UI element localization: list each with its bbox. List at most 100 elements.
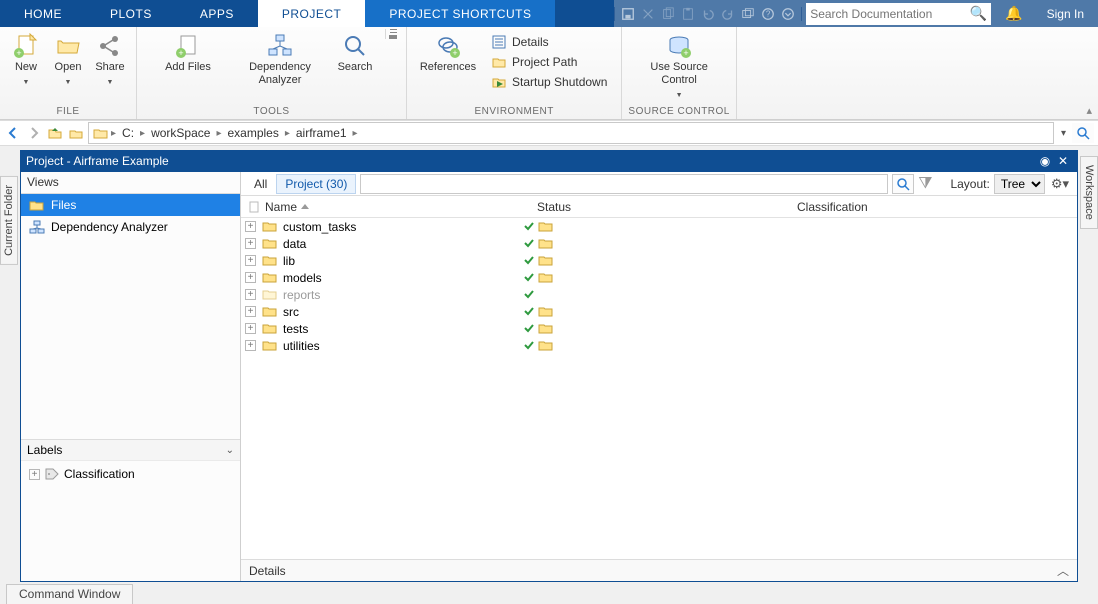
- nav-back-icon[interactable]: [4, 124, 22, 142]
- expand-icon[interactable]: +: [245, 306, 256, 317]
- dependency-icon: [29, 220, 45, 234]
- file-name: reports: [283, 288, 320, 302]
- doc-search-input[interactable]: [810, 7, 970, 21]
- search-button[interactable]: Search: [327, 29, 383, 74]
- tab-apps[interactable]: APPS: [176, 0, 258, 27]
- copy-icon[interactable]: [661, 7, 675, 21]
- up-folder-icon[interactable]: [46, 124, 64, 142]
- save-icon[interactable]: [621, 7, 635, 21]
- ribbon-group-environment: + References Details Project Path Startu…: [407, 27, 622, 119]
- address-dropdown-icon[interactable]: ▾: [1057, 128, 1070, 139]
- nav-forward-icon[interactable]: [25, 124, 43, 142]
- add-files-icon: +: [175, 33, 201, 59]
- filter-all[interactable]: All: [245, 174, 276, 194]
- addons-icon[interactable]: [781, 7, 795, 21]
- ribbon-group-label: FILE: [56, 103, 79, 119]
- use-source-control-button[interactable]: + Use Source Control▼: [631, 29, 727, 102]
- open-button[interactable]: Open▼: [48, 29, 88, 89]
- command-window-tab[interactable]: Command Window: [6, 584, 133, 604]
- paste-icon[interactable]: [681, 7, 695, 21]
- table-row[interactable]: + utilities: [241, 337, 1077, 354]
- ribbon-group-file: + New▼ Open▼ Share▼ FILE: [0, 27, 137, 119]
- sort-asc-icon: [301, 204, 309, 209]
- undo-icon[interactable]: [701, 7, 715, 21]
- doc-search[interactable]: 🔍: [806, 3, 991, 25]
- expand-icon[interactable]: +: [245, 323, 256, 334]
- label-classification[interactable]: + Classification: [29, 467, 232, 481]
- breadcrumb-segment[interactable]: airframe1: [292, 126, 351, 140]
- project-file-area: All Project (30) ⧩ Layout: Tree ⚙▾ Name …: [241, 172, 1077, 581]
- view-files[interactable]: Files: [21, 194, 240, 216]
- add-files-button[interactable]: + Add Files: [143, 29, 233, 74]
- signin-link[interactable]: Sign In: [1033, 7, 1098, 21]
- panel-dock-icon[interactable]: ◉: [1036, 154, 1054, 168]
- help-icon[interactable]: ?: [761, 7, 775, 21]
- table-row[interactable]: +custom_tasks: [241, 218, 1077, 235]
- expand-icon[interactable]: +: [245, 238, 256, 249]
- startup-icon: [491, 74, 507, 90]
- expand-icon[interactable]: +: [245, 289, 256, 300]
- project-path-button[interactable]: Project Path: [489, 53, 615, 71]
- file-list: +custom_tasks+data+lib+models+reports+sr…: [241, 218, 1077, 559]
- browse-folder-icon[interactable]: [67, 124, 85, 142]
- current-folder-tab[interactable]: Current Folder: [0, 176, 18, 265]
- tools-gallery-expand[interactable]: [385, 29, 400, 39]
- table-row[interactable]: + src: [241, 303, 1077, 320]
- chevron-right-icon: ▸: [214, 128, 223, 139]
- panel-close-icon[interactable]: ✕: [1054, 154, 1072, 168]
- details-bar[interactable]: Details ︿: [241, 559, 1077, 581]
- tab-home[interactable]: HOME: [0, 0, 86, 27]
- folder-icon: [262, 339, 278, 352]
- expand-icon[interactable]: +: [245, 221, 256, 232]
- references-button[interactable]: + References: [413, 29, 483, 74]
- view-dependency-analyzer[interactable]: Dependency Analyzer: [21, 216, 240, 238]
- breadcrumb-segment[interactable]: workSpace: [147, 126, 214, 140]
- expand-icon[interactable]: +: [245, 340, 256, 351]
- expand-icon[interactable]: +: [245, 272, 256, 283]
- file-name: src: [283, 305, 299, 319]
- tab-project[interactable]: PROJECT: [258, 0, 366, 27]
- startup-shutdown-button[interactable]: Startup Shutdown: [489, 73, 615, 91]
- workspace-tab[interactable]: Workspace: [1080, 156, 1098, 229]
- new-button[interactable]: + New▼: [6, 29, 46, 89]
- tag-icon: [44, 467, 60, 481]
- gear-icon[interactable]: ⚙▾: [1051, 176, 1069, 192]
- file-name: utilities: [283, 339, 320, 353]
- share-button[interactable]: Share▼: [90, 29, 130, 89]
- breadcrumb-segment[interactable]: examples: [223, 126, 282, 140]
- tab-project-shortcuts[interactable]: PROJECT SHORTCUTS: [365, 0, 555, 27]
- breadcrumb-segment[interactable]: C:: [118, 126, 138, 140]
- collapse-ribbon-icon[interactable]: ▴: [1086, 104, 1092, 117]
- file-name: tests: [283, 322, 308, 336]
- filter-bar: All Project (30) ⧩ Layout: Tree ⚙▾: [241, 172, 1077, 196]
- table-row[interactable]: +lib: [241, 252, 1077, 269]
- breadcrumb[interactable]: ▸ C:▸workSpace▸examples▸airframe1▸: [88, 122, 1054, 144]
- expand-icon[interactable]: +: [245, 255, 256, 266]
- file-search-input[interactable]: [360, 174, 888, 194]
- details-button[interactable]: Details: [489, 33, 615, 51]
- filter-icon[interactable]: ⧩: [914, 175, 936, 193]
- cut-icon[interactable]: [641, 7, 655, 21]
- switch-windows-icon[interactable]: [741, 7, 755, 21]
- table-row[interactable]: + reports: [241, 286, 1077, 303]
- filter-project[interactable]: Project (30): [276, 174, 356, 194]
- address-bar: ▸ C:▸workSpace▸examples▸airframe1▸ ▾: [0, 120, 1098, 146]
- folder-icon: [262, 288, 278, 301]
- col-status[interactable]: Status: [531, 200, 791, 214]
- address-search-icon[interactable]: [1072, 123, 1094, 143]
- search-icon[interactable]: 🔍: [970, 5, 987, 22]
- table-row[interactable]: + tests: [241, 320, 1077, 337]
- dependency-analyzer-button[interactable]: Dependency Analyzer: [235, 29, 325, 87]
- labels-header[interactable]: Labels ⌄: [21, 439, 240, 461]
- notifications-icon[interactable]: 🔔: [995, 5, 1032, 22]
- file-search-button[interactable]: [892, 174, 914, 194]
- ribbon-group-tools: + Add Files Dependency Analyzer Search T…: [137, 27, 407, 119]
- table-row[interactable]: +models: [241, 269, 1077, 286]
- folder-icon: [262, 271, 278, 284]
- tab-plots[interactable]: PLOTS: [86, 0, 176, 27]
- table-row[interactable]: +data: [241, 235, 1077, 252]
- col-classification[interactable]: Classification: [791, 200, 1077, 214]
- col-name[interactable]: Name: [241, 200, 531, 214]
- redo-icon[interactable]: [721, 7, 735, 21]
- layout-select[interactable]: Tree: [994, 174, 1045, 194]
